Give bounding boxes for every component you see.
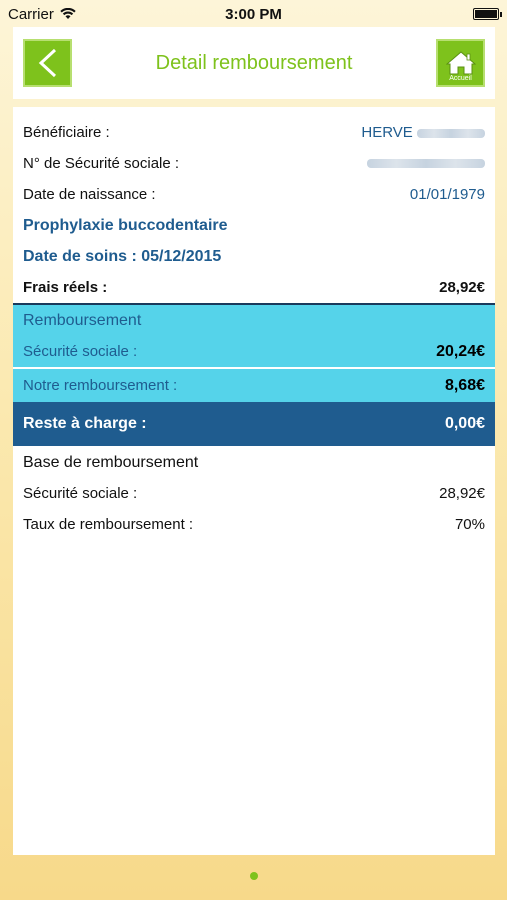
reimbursement-secu-row: Sécurité sociale : 20,24€: [13, 336, 495, 367]
page-title: Detail remboursement: [155, 51, 353, 74]
frais-reels-row: Frais réels : 28,92€: [13, 272, 495, 303]
base-secu-value: 28,92€: [439, 485, 485, 502]
status-left: Carrier: [8, 6, 76, 23]
home-button[interactable]: Accueil: [436, 39, 485, 87]
our-reimbursement-value: 8,68€: [444, 376, 485, 394]
our-reimbursement-block: Notre remboursement : 8,68€: [13, 369, 495, 402]
reimbursement-title: Remboursement: [23, 311, 142, 329]
reimbursement-secu-label: Sécurité sociale :: [23, 343, 138, 360]
home-label: Accueil: [449, 75, 472, 82]
battery-icon: [473, 8, 502, 20]
base-secu-row: Sécurité sociale : 28,92€: [13, 478, 495, 509]
birth-date-value: 01/01/1979: [409, 186, 485, 203]
redacted-surname: [417, 128, 485, 138]
our-reimbursement-label: Notre remboursement :: [23, 377, 178, 394]
act-name: Prophylaxie buccodentaire: [23, 216, 228, 234]
chevron-left-icon: [38, 48, 56, 78]
base-title: Base de remboursement: [23, 453, 199, 471]
base-secu-label: Sécurité sociale :: [23, 485, 138, 502]
beneficiary-value: HERVE: [361, 124, 485, 141]
care-date: Date de soins : 05/12/2015: [23, 247, 222, 265]
frais-reels-value: 28,92€: [439, 279, 485, 296]
secu-number-row: N° de Sécurité sociale :: [13, 148, 495, 179]
rate-value: 70%: [454, 516, 485, 533]
reste-a-charge-value: 0,00€: [444, 415, 485, 432]
status-time: 3:00 PM: [225, 5, 282, 23]
reimbursement-secu-value: 20,24€: [436, 342, 485, 360]
carrier-label: Carrier: [8, 5, 54, 23]
beneficiary-row: Bénéficiaire : HERVE: [13, 117, 495, 148]
reimbursement-block: Remboursement Sécurité sociale : 20,24€: [13, 305, 495, 367]
rate-label: Taux de remboursement :: [23, 516, 194, 533]
redacted-secu-number: [367, 159, 485, 168]
detail-panel: Bénéficiaire : HERVE N° de Sécurité soci…: [13, 107, 495, 855]
reste-a-charge-row: Reste à charge : 0,00€: [13, 402, 495, 446]
home-icon: [445, 51, 476, 75]
our-reimbursement-row: Notre remboursement : 8,68€: [13, 369, 495, 402]
battery-fill: [475, 10, 497, 18]
status-bar: Carrier 3:00 PM: [0, 0, 507, 28]
back-button[interactable]: [23, 39, 72, 87]
header-bar: Detail remboursement Accueil: [13, 27, 495, 99]
beneficiary-label: Bénéficiaire :: [23, 124, 110, 141]
birth-date-row: Date de naissance : 01/01/1979: [13, 179, 495, 210]
secu-number-label: N° de Sécurité sociale :: [23, 155, 180, 172]
beneficiary-name: HERVE: [361, 124, 413, 141]
page-indicator-dot[interactable]: [250, 872, 258, 880]
rate-row: Taux de remboursement : 70%: [13, 509, 495, 540]
reste-a-charge-label: Reste à charge :: [23, 415, 147, 432]
birth-date-label: Date de naissance :: [23, 186, 156, 203]
wifi-icon: [60, 8, 76, 19]
frais-reels-label: Frais réels :: [23, 279, 108, 296]
